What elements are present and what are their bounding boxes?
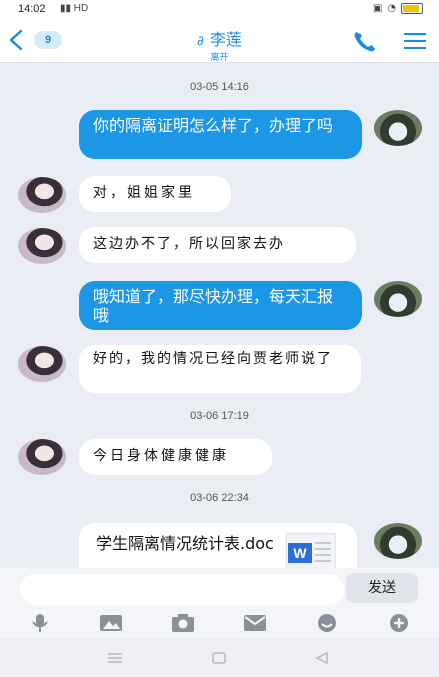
message-bubble-incoming[interactable]: 对，姐姐家里 — [79, 176, 231, 212]
recent-apps-icon[interactable] — [107, 651, 123, 665]
battery-icon — [401, 3, 423, 14]
status-bar: 14:02 ▮▮ HD ▣ ◔ — [0, 0, 439, 20]
signal-text: HD — [73, 3, 89, 14]
unread-count-badge[interactable]: 9 — [34, 31, 62, 49]
emoji-icon[interactable] — [314, 613, 340, 633]
message-bubble-incoming[interactable]: 好的，我的情况已经向贾老师说了 — [79, 345, 361, 393]
signal-indicator: ▮▮ HD — [60, 3, 89, 14]
contact-avatar[interactable] — [18, 177, 66, 213]
alarm-icon: ◔ — [387, 3, 396, 14]
back-icon[interactable] — [314, 651, 330, 665]
status-icons: ▣ ◔ — [373, 3, 423, 14]
image-icon[interactable] — [98, 613, 124, 633]
my-avatar[interactable] — [374, 523, 422, 559]
message-bubble-incoming[interactable]: 今日身体健康健康 — [79, 439, 272, 475]
timestamp: 03-06 17:19 — [190, 410, 249, 422]
composer-toolbar — [0, 608, 439, 638]
system-nav-bar — [0, 640, 439, 677]
back-arrow-icon[interactable] — [7, 29, 27, 51]
plus-icon[interactable] — [386, 613, 412, 633]
contact-avatar[interactable] — [18, 228, 66, 264]
contact-avatar[interactable] — [18, 439, 66, 475]
camera-icon[interactable] — [170, 613, 196, 633]
message-bubble-incoming[interactable]: 这边办不了，所以回家去办 — [79, 227, 356, 263]
menu-icon[interactable] — [404, 33, 426, 49]
nfc-icon: ▣ — [372, 3, 383, 14]
message-input[interactable] — [20, 574, 344, 605]
envelope-icon[interactable] — [242, 613, 268, 633]
microphone-icon[interactable] — [27, 613, 53, 633]
contact-title[interactable]: ∂ 李莲 离开 — [150, 26, 289, 63]
home-icon[interactable] — [211, 651, 227, 665]
contact-status: 离开 — [210, 53, 229, 63]
contact-avatar[interactable] — [18, 346, 66, 382]
timestamp: 03-05 14:16 — [190, 81, 249, 93]
message-list[interactable]: 03-05 14:16 你的隔离证明怎么样了，办理了吗 对，姐姐家里 这边办不了… — [0, 63, 439, 568]
message-bubble-outgoing[interactable]: 哦知道了，那尽快办理，每天汇报哦 — [79, 281, 362, 330]
my-avatar[interactable] — [374, 110, 422, 146]
link-icon: ∂ — [197, 34, 204, 49]
phone-call-icon[interactable] — [352, 29, 378, 53]
chat-header: 9 ∂ 李莲 离开 — [0, 20, 439, 63]
word-doc-icon: W — [286, 533, 336, 568]
timestamp: 03-06 22:34 — [190, 492, 249, 504]
status-time: 14:02 — [18, 3, 46, 15]
my-avatar[interactable] — [374, 281, 422, 317]
message-bubble-outgoing[interactable]: 你的隔离证明怎么样了，办理了吗 — [79, 110, 362, 159]
send-button[interactable]: 发送 — [346, 573, 418, 603]
file-message-card[interactable]: 学生隔离情况统计表.doc W — [79, 523, 357, 568]
composer-bar: 发送 — [0, 568, 439, 608]
file-name: 学生隔离情况统计表.doc — [96, 534, 274, 553]
contact-name: 李莲 — [209, 30, 242, 49]
